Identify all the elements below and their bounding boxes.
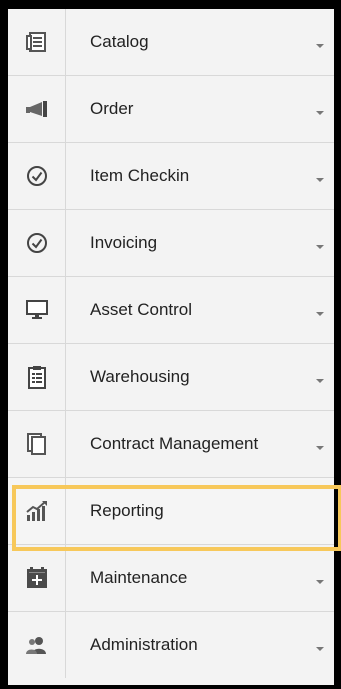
menu-item-label: Warehousing (90, 367, 190, 386)
chevron-down-icon[interactable] (316, 446, 324, 450)
menu-item-administration[interactable]: Administration (8, 612, 334, 679)
menu-item-label: Invoicing (90, 233, 158, 252)
menu-item-item-checkin[interactable]: Item Checkin (8, 143, 334, 210)
menu-item-asset-control[interactable]: Asset Control (8, 277, 334, 344)
check-circle-icon (8, 210, 66, 276)
main-menu: Catalog Order Item Checkin Invoicing Ass… (8, 9, 334, 685)
growth-chart-icon (8, 478, 66, 544)
documents-icon (8, 411, 66, 477)
chevron-down-icon[interactable] (316, 111, 324, 115)
chevron-down-icon[interactable] (316, 245, 324, 249)
menu-item-label: Asset Control (90, 300, 193, 319)
menu-item-label: Maintenance (90, 568, 188, 587)
menu-item-label: Item Checkin (90, 166, 190, 185)
monitor-icon (8, 277, 66, 343)
calendar-plus-icon (8, 545, 66, 611)
menu-item-label: Administration (90, 635, 198, 654)
menu-item-label: Catalog (90, 32, 149, 51)
menu-item-label: Reporting (90, 501, 164, 520)
menu-item-order[interactable]: Order (8, 76, 334, 143)
chevron-down-icon[interactable] (316, 647, 324, 651)
chevron-down-icon[interactable] (316, 178, 324, 182)
menu-item-maintenance[interactable]: Maintenance (8, 545, 334, 612)
menu-item-invoicing[interactable]: Invoicing (8, 210, 334, 277)
check-circle-icon (8, 143, 66, 209)
menu-item-catalog[interactable]: Catalog (8, 9, 334, 76)
chevron-down-icon[interactable] (316, 580, 324, 584)
menu-item-reporting[interactable]: Reporting (8, 478, 334, 545)
menu-item-contract-management[interactable]: Contract Management (8, 411, 334, 478)
menu-item-label: Contract Management (90, 434, 259, 453)
catalog-icon (8, 9, 66, 75)
chevron-down-icon[interactable] (316, 312, 324, 316)
menu-item-warehousing[interactable]: Warehousing (8, 344, 334, 411)
clipboard-icon (8, 344, 66, 410)
megaphone-icon (8, 76, 66, 142)
chevron-down-icon[interactable] (316, 44, 324, 48)
users-icon (8, 612, 66, 678)
chevron-down-icon[interactable] (316, 379, 324, 383)
menu-item-label: Order (90, 99, 134, 118)
